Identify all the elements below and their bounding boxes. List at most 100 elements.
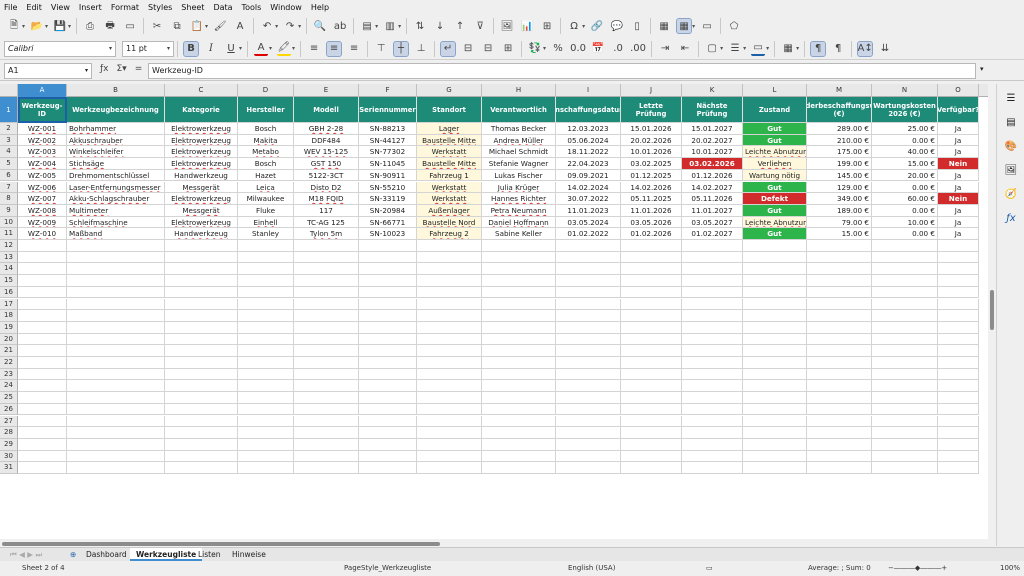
zoom-level[interactable]: 100% bbox=[1000, 564, 1020, 572]
menu-help[interactable]: Help bbox=[311, 3, 329, 12]
header-cell[interactable]: Verantwortlich bbox=[482, 97, 556, 123]
table-cell[interactable]: 01.12.2025 bbox=[621, 169, 682, 182]
empty-cell[interactable] bbox=[682, 310, 743, 322]
empty-cell[interactable] bbox=[18, 263, 67, 276]
empty-cell[interactable] bbox=[807, 321, 872, 334]
table-cell[interactable]: Gut bbox=[743, 204, 807, 217]
empty-cell[interactable] bbox=[872, 450, 938, 463]
empty-cell[interactable] bbox=[682, 392, 743, 404]
empty-cell[interactable] bbox=[556, 438, 621, 451]
table-cell[interactable]: 10.01.2027 bbox=[682, 146, 743, 159]
empty-cell[interactable] bbox=[482, 251, 556, 264]
empty-cell[interactable] bbox=[621, 298, 682, 311]
table-cell[interactable]: WZ-010 bbox=[18, 228, 67, 240]
borders-icon[interactable]: ▢ bbox=[705, 42, 719, 56]
table-cell[interactable]: 0.00 € bbox=[872, 134, 938, 147]
cut-icon[interactable]: ✂ bbox=[150, 19, 164, 33]
empty-cell[interactable] bbox=[807, 298, 872, 311]
table-cell[interactable]: Handwerkzeug bbox=[165, 169, 238, 182]
border-color-icon[interactable]: ▭ bbox=[751, 42, 766, 56]
font-size-box[interactable]: 11 pt ▾ bbox=[122, 40, 174, 57]
table-cell[interactable]: WZ-003 bbox=[18, 146, 67, 159]
table-cell[interactable]: 199.00 € bbox=[807, 158, 872, 170]
empty-cell[interactable] bbox=[165, 438, 238, 451]
column-header[interactable]: A bbox=[18, 84, 67, 97]
table-cell[interactable]: Tylon 5m bbox=[294, 228, 359, 240]
table-cell[interactable]: SN-10023 bbox=[359, 228, 417, 240]
empty-cell[interactable] bbox=[417, 333, 482, 346]
empty-cell[interactable] bbox=[294, 345, 359, 357]
empty-cell[interactable] bbox=[682, 403, 743, 416]
table-cell[interactable]: Drehmomentschlüssel bbox=[67, 169, 165, 182]
table-cell[interactable]: Elektrowerkzeug bbox=[165, 146, 238, 159]
empty-cell[interactable] bbox=[165, 298, 238, 311]
table-cell[interactable]: 12.03.2023 bbox=[556, 123, 621, 135]
table-cell[interactable]: 15.00 € bbox=[872, 158, 938, 170]
align-right-icon[interactable]: ≡ bbox=[347, 42, 361, 56]
empty-cell[interactable] bbox=[165, 275, 238, 287]
empty-cell[interactable] bbox=[938, 251, 979, 264]
empty-cell[interactable] bbox=[872, 427, 938, 439]
table-cell[interactable]: Nein bbox=[938, 158, 979, 170]
table-cell[interactable]: Hannes Richter bbox=[482, 193, 556, 205]
empty-cell[interactable] bbox=[67, 403, 165, 416]
empty-cell[interactable] bbox=[556, 403, 621, 416]
table-cell[interactable]: 15.01.2027 bbox=[682, 123, 743, 135]
empty-cell[interactable] bbox=[743, 275, 807, 287]
row-header[interactable]: 27 bbox=[0, 415, 18, 428]
table-cell[interactable]: 0.00 € bbox=[872, 228, 938, 240]
column-header[interactable]: E bbox=[294, 84, 359, 97]
empty-cell[interactable] bbox=[743, 321, 807, 334]
table-cell[interactable]: SN-20984 bbox=[359, 204, 417, 217]
empty-cell[interactable] bbox=[165, 263, 238, 276]
column-header[interactable]: L bbox=[743, 84, 807, 97]
number-format-icon[interactable]: 0.0 bbox=[570, 42, 586, 56]
table-cell[interactable]: 03.02.2025 bbox=[621, 158, 682, 170]
empty-cell[interactable] bbox=[621, 310, 682, 322]
empty-cell[interactable] bbox=[556, 345, 621, 357]
empty-cell[interactable] bbox=[165, 462, 238, 474]
paste-icon[interactable]: 📋 bbox=[190, 19, 204, 33]
empty-cell[interactable] bbox=[807, 310, 872, 322]
vertical-scroll-thumb[interactable] bbox=[990, 290, 994, 330]
empty-cell[interactable] bbox=[67, 275, 165, 287]
left-to-right-icon[interactable]: ¶ bbox=[810, 40, 827, 57]
empty-cell[interactable] bbox=[18, 403, 67, 416]
align-middle-icon[interactable]: ┼ bbox=[393, 40, 410, 57]
decrease-indent-icon[interactable]: ⇤ bbox=[678, 42, 692, 56]
special-character-icon[interactable]: Ω bbox=[567, 19, 581, 33]
table-cell[interactable]: Messgerät bbox=[165, 181, 238, 194]
formula-input[interactable]: Werkzeug-ID bbox=[148, 63, 976, 79]
table-cell[interactable]: 0.00 € bbox=[872, 181, 938, 194]
empty-cell[interactable] bbox=[294, 380, 359, 393]
empty-cell[interactable] bbox=[743, 345, 807, 357]
sort-icon[interactable]: ⇅ bbox=[413, 19, 427, 33]
empty-cell[interactable] bbox=[872, 462, 938, 474]
sort-descending-icon[interactable]: ↑ bbox=[453, 19, 467, 33]
table-cell[interactable]: Metabo bbox=[238, 146, 294, 159]
table-cell[interactable]: 01.02.2026 bbox=[621, 228, 682, 240]
table-cell[interactable]: 79.00 € bbox=[807, 216, 872, 229]
empty-cell[interactable] bbox=[621, 450, 682, 463]
column-header[interactable]: D bbox=[238, 84, 294, 97]
menu-view[interactable]: View bbox=[51, 3, 70, 12]
empty-cell[interactable] bbox=[294, 310, 359, 322]
row-header[interactable]: 28 bbox=[0, 427, 18, 439]
table-cell[interactable]: Elektrowerkzeug bbox=[165, 123, 238, 135]
table-cell[interactable]: Hazet bbox=[238, 169, 294, 182]
empty-cell[interactable] bbox=[807, 392, 872, 404]
table-cell[interactable]: 05.11.2026 bbox=[682, 193, 743, 205]
table-cell[interactable]: Daniel Hoffmann bbox=[482, 216, 556, 229]
column-header[interactable]: C bbox=[165, 84, 238, 97]
row-header[interactable]: 20 bbox=[0, 333, 18, 346]
empty-cell[interactable] bbox=[294, 333, 359, 346]
empty-cell[interactable] bbox=[18, 392, 67, 404]
empty-cell[interactable] bbox=[18, 368, 67, 381]
delete-decimal-icon[interactable]: .00 bbox=[630, 42, 646, 56]
right-to-left-icon[interactable]: ¶ bbox=[831, 42, 845, 56]
table-cell[interactable]: DDF484 bbox=[294, 134, 359, 147]
table-cell[interactable]: Schleifmaschine bbox=[67, 216, 165, 229]
table-cell[interactable]: 175.00 € bbox=[807, 146, 872, 159]
table-cell[interactable]: 0.00 € bbox=[872, 204, 938, 217]
table-cell[interactable]: Gut bbox=[743, 134, 807, 147]
